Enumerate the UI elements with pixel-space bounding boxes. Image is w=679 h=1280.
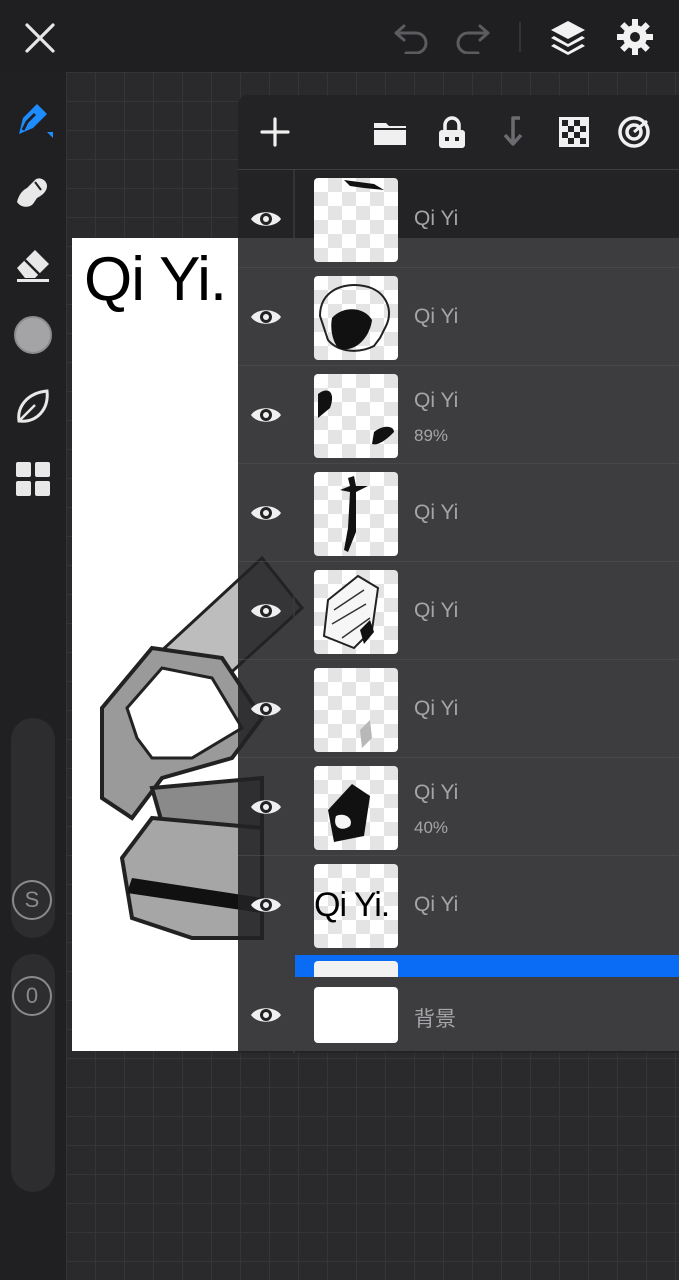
tool-sidebar: S 0 bbox=[0, 72, 66, 1280]
background-layer-name: 背景 bbox=[414, 1008, 456, 1031]
topbar-divider bbox=[519, 22, 521, 52]
layer-thumbnail bbox=[314, 374, 398, 458]
layer-thumbnail bbox=[314, 570, 398, 654]
layer-row[interactable]: Qi Yi 89% bbox=[238, 365, 679, 464]
layer-row[interactable]: Qi Yi bbox=[238, 659, 679, 758]
layer-thumbnail bbox=[314, 472, 398, 556]
folder-icon[interactable] bbox=[368, 110, 412, 154]
visibility-eye-icon[interactable] bbox=[246, 995, 286, 1035]
visibility-eye-icon[interactable] bbox=[246, 493, 286, 533]
layer-thumbnail bbox=[314, 276, 398, 360]
layer-row[interactable]: Qi Yi bbox=[238, 561, 679, 660]
brush-icon[interactable] bbox=[11, 98, 55, 142]
background-layer-row[interactable]: 背景 bbox=[238, 977, 679, 1053]
layer-name: Qi Yi bbox=[414, 893, 459, 916]
layer-thumbnail bbox=[314, 178, 398, 262]
size-slider-knob[interactable]: S bbox=[12, 880, 52, 920]
close-icon[interactable] bbox=[18, 16, 62, 60]
layer-name: Qi Yi bbox=[414, 599, 459, 622]
layer-row[interactable]: Qi Yi bbox=[238, 267, 679, 366]
visibility-eye-icon[interactable] bbox=[246, 199, 286, 239]
grid-icon[interactable] bbox=[11, 457, 55, 501]
layer-thumbnail bbox=[314, 766, 398, 850]
visibility-eye-icon[interactable] bbox=[246, 689, 286, 729]
layer-name: Qi Yi bbox=[414, 389, 459, 412]
merge-down-icon[interactable] bbox=[491, 110, 535, 154]
visibility-eye-icon[interactable] bbox=[246, 591, 286, 631]
layer-thumbnail-text: Qi Yi. bbox=[314, 886, 390, 924]
layers-icon[interactable] bbox=[545, 14, 591, 60]
add-icon[interactable] bbox=[253, 110, 297, 154]
lock-icon[interactable] bbox=[430, 110, 474, 154]
layer-name: Qi Yi bbox=[414, 305, 459, 328]
layers-panel: Qi Yi Qi Yi Qi Yi 89% Qi Yi Qi Yi Qi Yi … bbox=[238, 95, 679, 1053]
target-icon[interactable] bbox=[612, 110, 656, 154]
layer-opacity: 40% bbox=[414, 818, 449, 837]
visibility-eye-icon[interactable] bbox=[246, 787, 286, 827]
gear-icon[interactable] bbox=[612, 14, 658, 60]
top-bar bbox=[0, 0, 679, 72]
opacity-slider-knob[interactable]: 0 bbox=[12, 976, 52, 1016]
layer-thumbnail: Qi Yi. bbox=[314, 864, 398, 948]
visibility-eye-icon[interactable] bbox=[246, 297, 286, 337]
leaf-icon[interactable] bbox=[11, 385, 55, 429]
visibility-eye-icon[interactable] bbox=[246, 395, 286, 435]
redo-icon[interactable] bbox=[450, 16, 494, 60]
visibility-eye-icon[interactable] bbox=[246, 885, 286, 925]
layer-row[interactable]: Qi Yi. Qi Yi bbox=[238, 855, 679, 954]
smudge-icon[interactable] bbox=[11, 170, 55, 214]
alpha-lock-icon[interactable] bbox=[552, 110, 596, 154]
layer-name: Qi Yi bbox=[414, 207, 459, 230]
dragged-layer-thumbnail bbox=[314, 961, 398, 977]
opacity-slider[interactable]: 0 bbox=[11, 954, 55, 1192]
layer-thumbnail bbox=[314, 668, 398, 752]
layers-panel-header bbox=[238, 95, 679, 169]
layer-row[interactable]: Qi Yi bbox=[238, 169, 679, 268]
background-thumbnail bbox=[314, 987, 398, 1043]
layer-name: Qi Yi bbox=[414, 781, 459, 804]
layer-row[interactable]: Qi Yi 40% bbox=[238, 757, 679, 856]
color-icon[interactable] bbox=[11, 313, 55, 357]
size-slider[interactable]: S bbox=[11, 718, 55, 938]
layer-row[interactable]: Qi Yi bbox=[238, 463, 679, 562]
eraser-icon[interactable] bbox=[11, 242, 55, 286]
layer-opacity: 89% bbox=[414, 426, 449, 445]
layer-name: Qi Yi bbox=[414, 697, 459, 720]
layer-name: Qi Yi bbox=[414, 501, 459, 524]
undo-icon[interactable] bbox=[390, 16, 434, 60]
